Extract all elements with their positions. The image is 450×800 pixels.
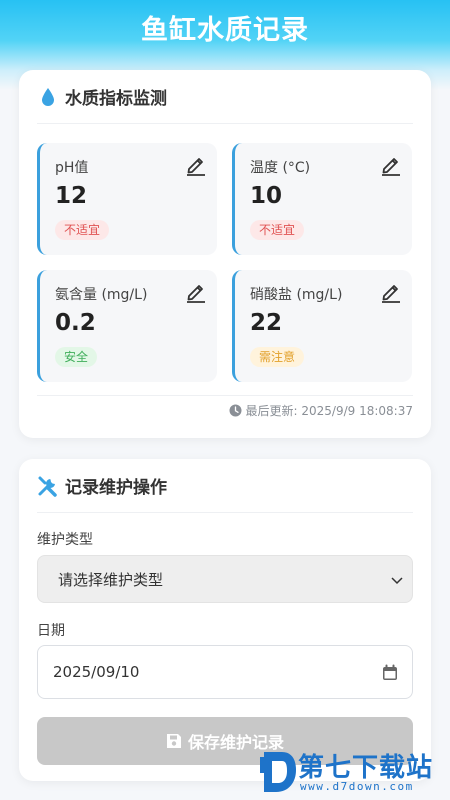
last-updated: 最后更新: 2025/9/9 18:08:37 [37,395,413,425]
maintenance-card: 记录维护操作 维护类型 请选择维护类型 日期 2025/09/10 保存维护记录 [19,459,431,781]
last-updated-text: 最后更新: 2025/9/9 18:08:37 [245,404,413,418]
site-url: www.d7down.com [300,780,414,793]
date-value: 2025/09/10 [53,663,140,681]
pencil-icon[interactable] [380,154,402,176]
status-badge: 不适宜 [250,220,305,240]
metric-nitrate: 硝酸盐 (mg/L) 22 需注意 [232,270,412,382]
date-input[interactable]: 2025/09/10 [37,645,413,699]
metric-label: pH值 [55,160,89,176]
site-name: 第七下载站 [298,753,434,783]
calendar-icon[interactable] [382,664,398,681]
metric-value: 0.2 [55,310,96,336]
metric-value: 10 [250,183,283,209]
date-label: 日期 [37,623,65,639]
site-logo-icon [256,749,298,795]
metric-value: 12 [55,183,88,209]
metric-temperature: 温度 (°C) 10 不适宜 [232,143,412,255]
chevron-down-icon [390,573,404,587]
clock-icon [229,404,242,417]
metric-label: 温度 (°C) [250,160,311,176]
pencil-icon[interactable] [185,154,207,176]
maintenance-type-value: 请选择维护类型 [58,570,164,589]
pencil-icon[interactable] [185,281,207,303]
app-title: 鱼缸水质记录 [141,15,309,46]
maintenance-title: 记录维护操作 [65,478,167,498]
maintenance-type-label: 维护类型 [37,532,93,548]
floppy-disk-icon [166,733,182,749]
metric-ph: pH值 12 不适宜 [37,143,217,255]
maintenance-type-select[interactable]: 请选择维护类型 [37,555,413,603]
water-quality-title: 水质指标监测 [65,89,167,109]
tools-icon [37,475,59,497]
metric-label: 硝酸盐 (mg/L) [250,287,343,303]
pencil-icon[interactable] [380,281,402,303]
status-badge: 不适宜 [55,220,110,240]
status-badge: 需注意 [250,347,305,367]
water-quality-card: 水质指标监测 pH值 12 不适宜 温度 (°C) 10 不适宜 氨含量 (mg… [19,70,431,438]
metric-value: 22 [250,310,283,336]
water-drop-icon [37,86,59,108]
maintenance-header: 记录维护操作 [37,459,413,513]
water-quality-header: 水质指标监测 [37,70,413,124]
watermark: 第七下载站 www.d7down.com [252,745,448,799]
metric-label: 氨含量 (mg/L) [55,287,148,303]
metric-ammonia: 氨含量 (mg/L) 0.2 安全 [37,270,217,382]
status-badge: 安全 [55,347,98,367]
